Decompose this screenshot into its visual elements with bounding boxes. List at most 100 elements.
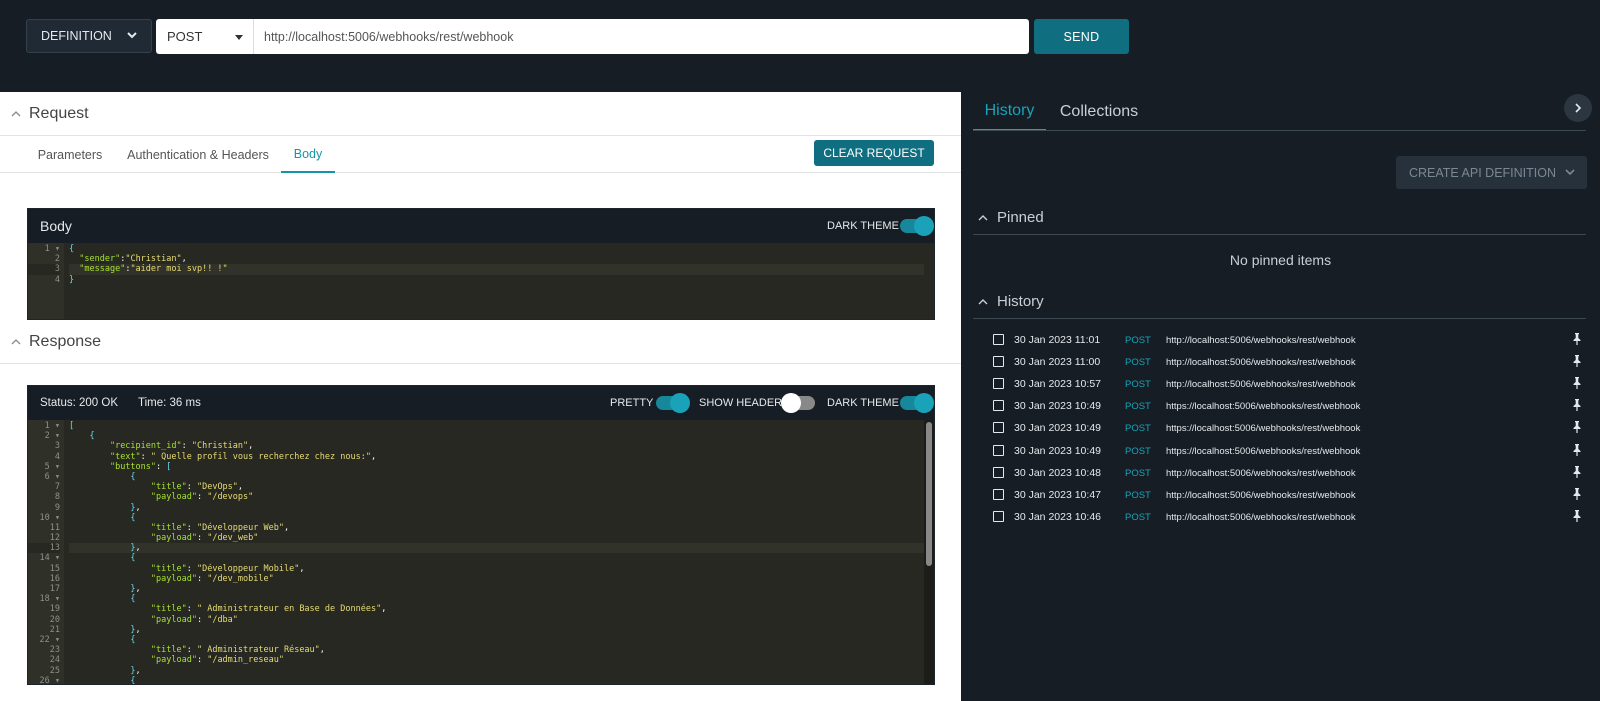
history-item-checkbox[interactable] [993,444,1004,456]
history-item[interactable]: 30 Jan 2023 11:01 POST http://localhost:50… [961,329,1600,351]
collapse-sidebar-button[interactable] [1564,94,1592,122]
pin-icon[interactable] [1572,487,1582,500]
pin-icon[interactable] [1572,377,1582,390]
tab-collections[interactable]: Collections [1054,92,1144,131]
history-item-checkbox[interactable] [993,400,1004,412]
history-item-method: POST [1125,489,1151,501]
line-number-gutter: 1 ▾ 2 ▾ 3 4 5 ▾ 6 ▾ 7 8 9 10 ▾ 11 12 13 14 ▾ 1… [28,420,64,686]
history-item[interactable]: 30 Jan 2023 10:57 POST http://localhost:50… [961,373,1600,395]
history-item-method: POST [1125,423,1151,435]
code-line: "payload": "/dev_web" [150,533,259,544]
no-pinned-message: No pinned items [1229,252,1332,268]
url-input[interactable] [254,19,1029,54]
code-line: "payload": "/dev_mobile" [150,573,274,584]
show-headers-toggle[interactable] [781,393,815,413]
response-status: Status: 200 OK [40,397,118,409]
chevron-right-icon [1575,103,1582,113]
tab-body[interactable]: Body [281,136,335,173]
pinned-section-header[interactable]: Pinned [973,200,1586,235]
line-number: 3 [28,264,60,275]
history-item[interactable]: 30 Jan 2023 10:48 POST http://localhost:50… [961,462,1600,484]
pin-icon[interactable] [1572,399,1582,412]
response-code-area: [ { "recipient_id": "Christian", "text":… [64,420,924,684]
clear-request-button[interactable]: CLEAR REQUEST [814,140,934,166]
tab-authentication-headers[interactable]: Authentication & Headers [124,136,272,173]
pin-icon[interactable] [1572,355,1582,368]
pin-icon[interactable] [1572,509,1582,522]
history-item-date: 30 Jan 2023 11:00 [1014,356,1101,369]
history-item-date: 30 Jan 2023 10:49 [1014,444,1101,457]
response-viewer[interactable]: Status: 200 OK Time: 36 ms PRETTY SHOW H… [27,385,935,686]
history-item-checkbox[interactable] [993,488,1004,500]
dark-theme-label: DARK THEME [827,220,899,232]
line-number: 11 [49,522,60,533]
history-item[interactable]: 30 Jan 2023 10:47 POST http://localhost:50… [961,484,1600,506]
request-section-header[interactable]: Request [0,92,961,136]
history-item[interactable]: 30 Jan 2023 11:00 POST http://localhost:50… [961,351,1600,373]
line-number: 24 [49,655,60,666]
show-headers-label: SHOW HEADERS [699,397,790,409]
pin-icon[interactable] [1572,333,1582,345]
tab-parameters[interactable]: Parameters [30,136,110,173]
body-code-area[interactable]: { "sender":"Christian", "message":"aider… [64,243,924,319]
history-item-method: POST [1125,511,1151,523]
history-item[interactable]: 30 Jan 2023 10:49 POST https://localhost:5… [961,417,1600,439]
method-value: POST [167,29,203,44]
dark-theme-toggle[interactable] [900,216,934,236]
line-number: 3 [54,441,60,452]
history-item-date: 30 Jan 2023 10:47 [1014,488,1101,501]
dark-theme-toggle[interactable] [900,393,934,413]
history-item-checkbox[interactable] [993,466,1004,478]
history-item-checkbox[interactable] [993,378,1004,390]
chevron-down-icon [1565,169,1575,176]
create-api-definition-button[interactable]: CREATE API DEFINITION [1396,156,1587,189]
method-select[interactable]: POST [156,19,254,54]
history-item-url: http://localhost:5006/webhooks/rest/webh… [1166,467,1356,479]
body-editor[interactable]: Body DARK THEME 1 ▾ 2 3 4 { "sender":"Chr… [27,208,935,320]
code-line: { [130,512,136,523]
history-item[interactable]: 30 Jan 2023 10:49 POST https://localhost:5… [961,395,1600,417]
history-item-method: POST [1125,379,1151,391]
history-title: History [997,292,1044,310]
response-section-header[interactable]: Response [0,320,961,364]
history-item-date: 30 Jan 2023 10:48 [1014,466,1101,479]
history-item-method: POST [1125,357,1151,369]
history-item-date: 30 Jan 2023 10:46 [1014,510,1101,523]
pin-icon[interactable] [1572,421,1582,434]
pin-icon[interactable] [1572,465,1582,478]
code-line: "payload": "/dba" [150,614,238,625]
create-api-definition-label: CREATE API DEFINITION [1409,165,1557,180]
definition-dropdown[interactable]: DEFINITION [26,19,152,53]
line-number: 1 ▾ [44,421,60,431]
code-line: { [130,634,136,645]
history-item-checkbox[interactable] [993,422,1004,434]
history-item-method: POST [1125,335,1151,346]
history-item-url: https://localhost:5006/webhooks/rest/web… [1166,423,1361,435]
request-title: Request [29,104,89,122]
tab-history[interactable]: History [973,92,1046,131]
history-item-checkbox[interactable] [993,510,1004,522]
send-button[interactable]: SEND [1034,19,1129,54]
scrollbar-thumb[interactable] [926,422,932,566]
pretty-toggle[interactable] [656,393,690,413]
code-line: { [130,471,136,482]
response-scrollbar[interactable] [924,420,934,684]
code-line: "payload": "/admin_reseau" [150,655,284,666]
history-section-header[interactable]: History [973,284,1586,319]
body-editor-header: Body DARK THEME [28,209,934,243]
code-line: "buttons": [ [109,461,172,472]
line-number: 22 ▾ [39,634,60,645]
pin-icon[interactable] [1572,443,1582,456]
tabs-divider [973,130,1586,131]
history-item-checkbox[interactable] [993,334,1004,345]
history-item-checkbox[interactable] [993,356,1004,368]
line-number: 25 [49,665,60,676]
code-line: { [69,244,75,254]
request-response-pane: Request Parameters Authentication & Head… [0,92,961,701]
chevron-up-icon [978,299,988,305]
history-item[interactable]: 30 Jan 2023 10:49 POST https://localhost:5… [961,440,1600,462]
line-number: 21 [49,624,60,635]
history-item[interactable]: 30 Jan 2023 10:46 POST http://localhost:50… [961,506,1600,528]
code-line: [ [69,421,75,431]
response-time: Time: 36 ms [138,397,201,409]
